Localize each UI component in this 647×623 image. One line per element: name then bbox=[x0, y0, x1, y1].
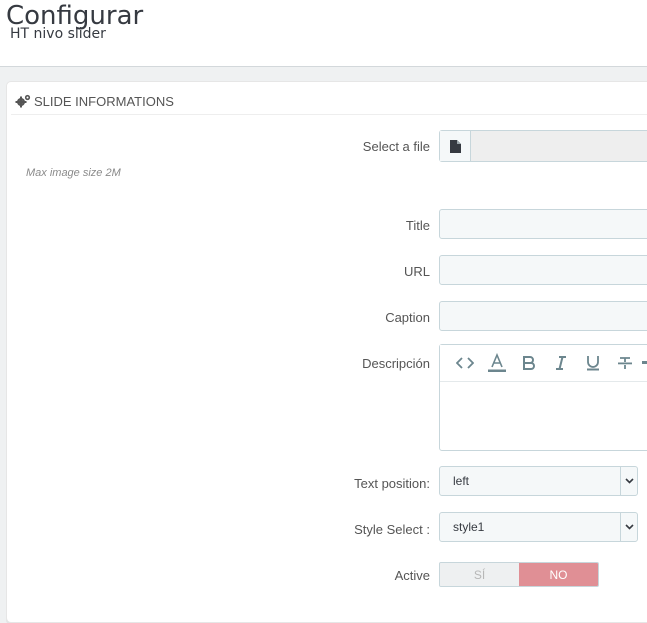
panel-heading-label: SLIDE INFORMATIONS bbox=[34, 93, 174, 109]
editor-toolbar bbox=[440, 345, 647, 382]
active-label: Active bbox=[394, 568, 430, 583]
page-header: Configurar HT nivo slider bbox=[0, 0, 647, 67]
description-label: Descripción bbox=[362, 356, 430, 371]
active-yes-option[interactable]: SÍ bbox=[440, 563, 519, 586]
underline-icon[interactable] bbox=[577, 348, 609, 378]
text-position-label: Text position: bbox=[354, 476, 430, 491]
file-icon bbox=[449, 139, 461, 153]
chevron-down-icon bbox=[620, 513, 637, 541]
caption-label: Caption bbox=[385, 310, 430, 325]
more-icon[interactable] bbox=[641, 348, 647, 378]
text-color-icon[interactable] bbox=[481, 348, 513, 378]
file-label: Select a file bbox=[362, 139, 430, 154]
title-input[interactable] bbox=[439, 209, 647, 239]
active-switch[interactable]: SÍ NO bbox=[439, 562, 599, 587]
bold-icon[interactable] bbox=[513, 348, 545, 378]
text-position-value: left bbox=[453, 474, 470, 488]
code-icon[interactable] bbox=[449, 348, 481, 378]
text-position-select[interactable]: left bbox=[439, 466, 638, 496]
editor-body[interactable] bbox=[440, 382, 647, 450]
style-select-value: style1 bbox=[453, 520, 485, 534]
page-subtitle: HT nivo slider bbox=[10, 26, 106, 42]
cogs-icon bbox=[15, 94, 31, 108]
file-name-field[interactable] bbox=[471, 131, 647, 161]
caption-input[interactable] bbox=[439, 301, 647, 331]
url-input[interactable] bbox=[439, 255, 647, 285]
url-label: URL bbox=[403, 264, 430, 279]
file-button[interactable] bbox=[440, 131, 471, 161]
style-select-label: Style Select : bbox=[354, 522, 430, 537]
style-select[interactable]: style1 bbox=[439, 512, 638, 542]
italic-icon[interactable] bbox=[545, 348, 577, 378]
chevron-down-icon bbox=[620, 467, 637, 495]
panel-heading: SLIDE INFORMATIONS bbox=[11, 88, 647, 115]
strikethrough-icon[interactable] bbox=[609, 348, 641, 378]
description-editor[interactable] bbox=[439, 344, 647, 451]
file-input-group[interactable] bbox=[439, 130, 647, 162]
max-size-hint: Max image size 2M bbox=[26, 167, 121, 179]
title-label: Title bbox=[405, 218, 430, 233]
active-no-option[interactable]: NO bbox=[519, 563, 598, 586]
